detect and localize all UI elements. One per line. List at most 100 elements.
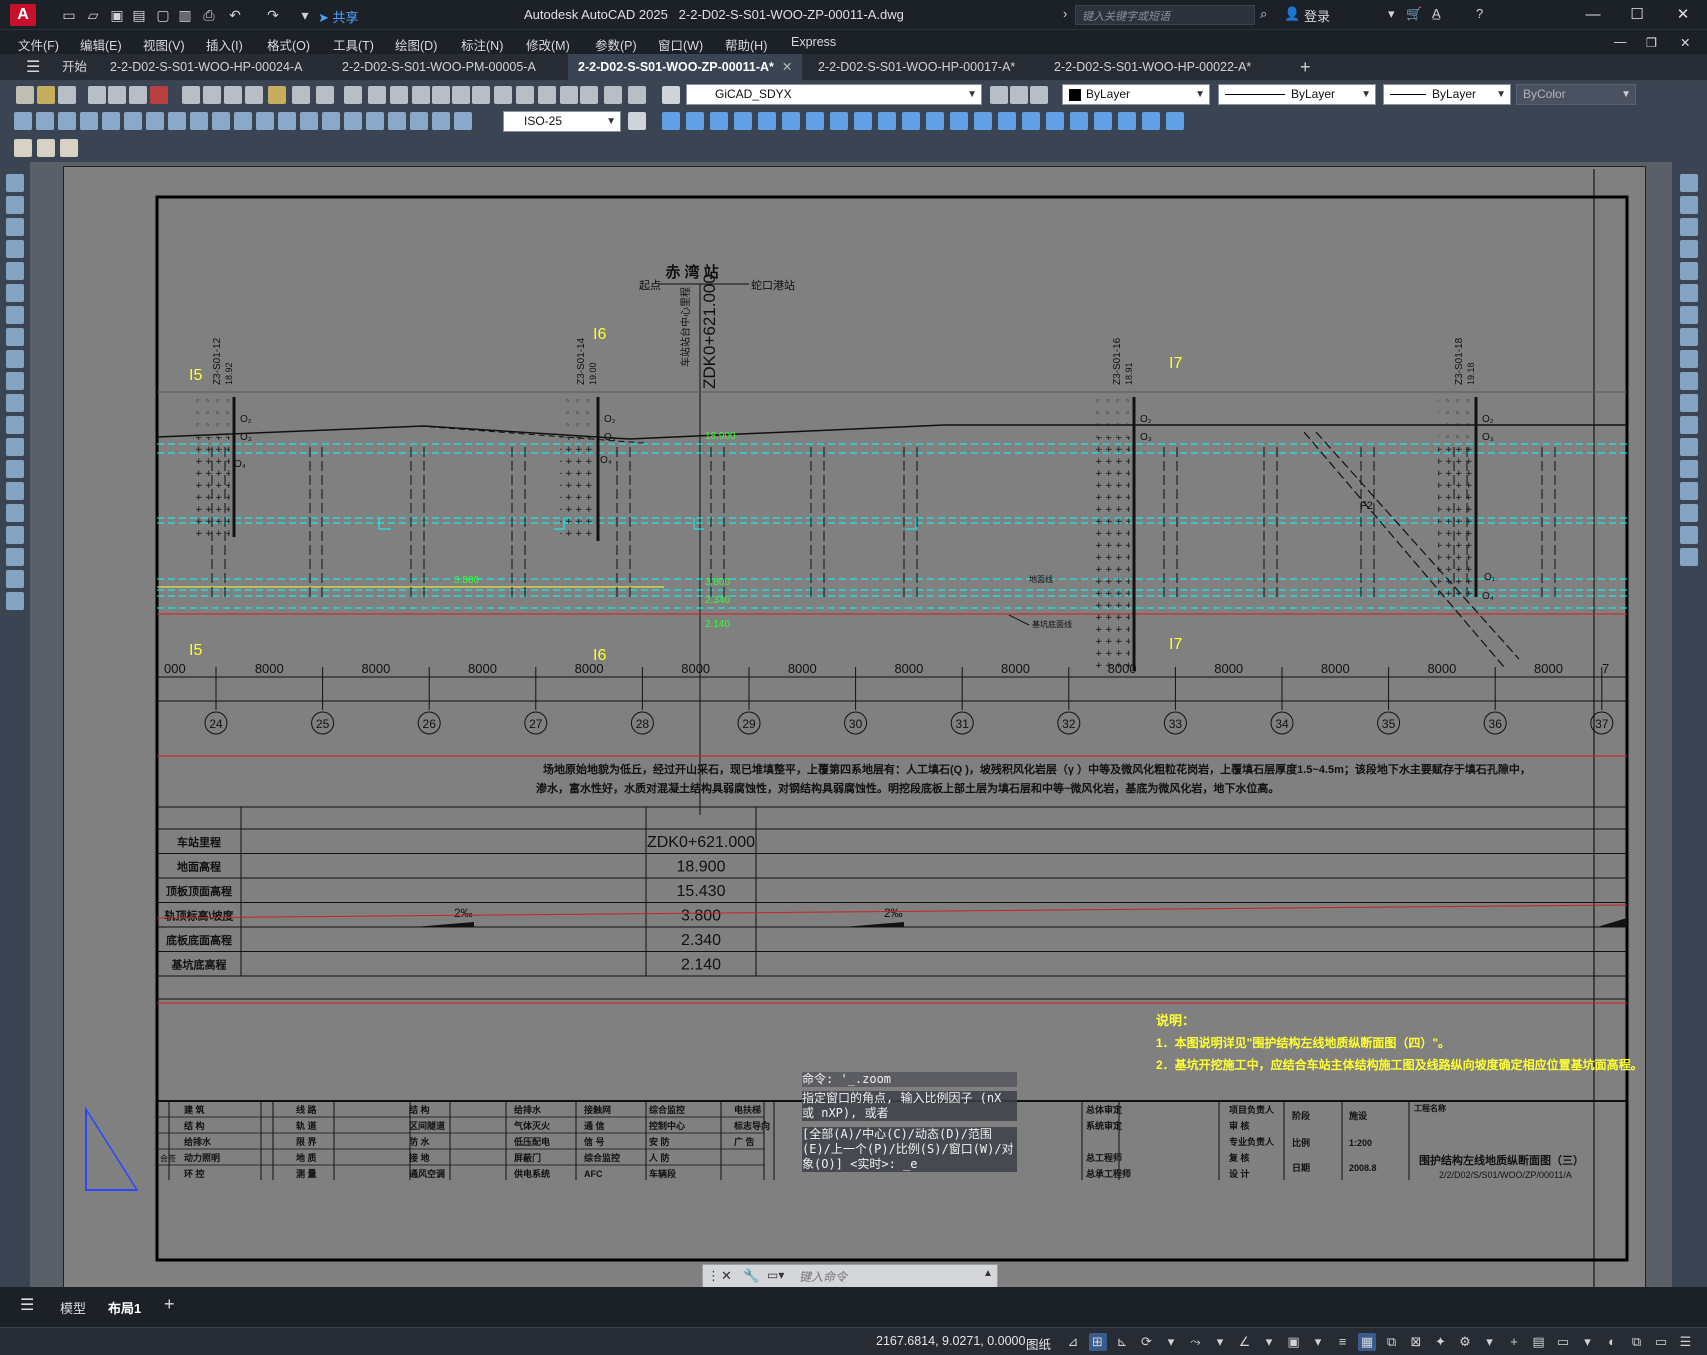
draworder-icon[interactable] xyxy=(14,139,32,157)
toolbar-standard-icon-9[interactable] xyxy=(224,86,242,104)
modify-side-icon-7[interactable] xyxy=(1680,328,1698,346)
status-toggle-icon-13[interactable]: ⧉ xyxy=(1383,1333,1401,1351)
menu-edit[interactable]: 编辑(E) xyxy=(80,35,122,54)
minimize-button[interactable]: — xyxy=(1578,4,1608,26)
modify-tool-icon-1[interactable] xyxy=(686,112,704,130)
undo-icon[interactable]: ↶ xyxy=(226,6,244,24)
app-menu-icon[interactable]: ☰ xyxy=(16,54,50,81)
dimension-tool-icon-14[interactable] xyxy=(322,112,340,130)
toolbar-standard-icon-10[interactable] xyxy=(245,86,263,104)
draw-tool-icon-8[interactable] xyxy=(6,350,24,368)
toolbar-standard-icon-14[interactable] xyxy=(344,86,362,104)
toolbar-standard-icon-7[interactable] xyxy=(182,86,200,104)
toolbar-standard-icon-2[interactable] xyxy=(58,86,76,104)
status-toggle-icon-9[interactable]: ▣ xyxy=(1285,1333,1303,1351)
layer-tool-icon-2[interactable] xyxy=(1030,86,1048,104)
plotstyle-dropdown[interactable]: ByColor ▼ xyxy=(1516,84,1636,105)
coordinates-readout[interactable]: 2167.6814, 9.0271, 0.0000 xyxy=(876,1334,1025,1348)
status-toggle-icon-20[interactable]: ▭ xyxy=(1554,1333,1572,1351)
paper-mode-toggle[interactable]: 图纸 xyxy=(1026,1334,1051,1353)
cart-icon[interactable]: 🛒 xyxy=(1406,6,1422,22)
modify-tool-icon-5[interactable] xyxy=(782,112,800,130)
modify-side-icon-0[interactable] xyxy=(1680,174,1698,192)
dimension-tool-icon-8[interactable] xyxy=(190,112,208,130)
modify-tool-icon-9[interactable] xyxy=(878,112,896,130)
modify-tool-icon-10[interactable] xyxy=(902,112,920,130)
modify-side-icon-12[interactable] xyxy=(1680,438,1698,456)
tab-zp-00011-active[interactable]: 2-2-D02-S-S01-WOO-ZP-00011-A* ✕ xyxy=(568,54,803,81)
search-icon[interactable]: ⌕ xyxy=(1260,6,1267,22)
status-toggle-icon-1[interactable]: ⊞ xyxy=(1088,1333,1107,1351)
dimension-tool-icon-15[interactable] xyxy=(344,112,362,130)
toolbar-standard-icon-3[interactable] xyxy=(88,86,106,104)
draw-tool-icon-0[interactable] xyxy=(6,174,24,192)
draw-tool-icon-1[interactable] xyxy=(6,196,24,214)
menu-format[interactable]: 格式(O) xyxy=(267,35,310,54)
status-toggle-icon-2[interactable]: ⊾ xyxy=(1113,1333,1131,1351)
dimension-tool-icon-3[interactable] xyxy=(80,112,98,130)
dimension-tool-icon-18[interactable] xyxy=(410,112,428,130)
plot-icon[interactable]: ⎙ xyxy=(200,6,218,24)
help-icon[interactable]: ? xyxy=(1476,6,1483,21)
dimension-tool-icon-9[interactable] xyxy=(212,112,230,130)
draw-tool-icon-9[interactable] xyxy=(6,372,24,390)
help-search-input[interactable]: 键入关键字或短语 xyxy=(1075,5,1255,25)
modify-tool-icon-2[interactable] xyxy=(710,112,728,130)
toolbar-standard-icon-22[interactable] xyxy=(516,86,534,104)
dropdown-icon[interactable]: ▾ xyxy=(1388,6,1395,22)
share-button[interactable]: ➤ 共享 xyxy=(318,7,359,26)
dimension-tool-icon-7[interactable] xyxy=(168,112,186,130)
menu-file[interactable]: 文件(F) xyxy=(18,35,59,54)
menu-tools[interactable]: 工具(T) xyxy=(333,35,374,54)
autodesk-a360-icon[interactable]: A̲ xyxy=(1432,6,1441,21)
modify-side-icon-10[interactable] xyxy=(1680,394,1698,412)
search-expand-icon[interactable]: › xyxy=(1063,6,1067,21)
modify-side-icon-13[interactable] xyxy=(1680,460,1698,478)
draw-tool-icon-6[interactable] xyxy=(6,306,24,324)
status-toggle-icon-14[interactable]: ⊠ xyxy=(1407,1333,1425,1351)
grip-icon[interactable]: ⋮ xyxy=(707,1268,720,1284)
modify-side-icon-11[interactable] xyxy=(1680,416,1698,434)
toolbar-standard-icon-18[interactable] xyxy=(432,86,450,104)
dimension-tool-icon-0[interactable] xyxy=(14,112,32,130)
layout-menu-icon[interactable]: ☰ xyxy=(20,1295,34,1315)
toolbar-standard-icon-12[interactable] xyxy=(292,86,310,104)
tab-hp-00017[interactable]: 2-2-D02-S-S01-WOO-HP-00017-A* xyxy=(808,54,1025,81)
tab-model[interactable]: 模型 xyxy=(60,1298,86,1317)
web-mobile-save-icon[interactable]: ▥ xyxy=(176,6,194,24)
modify-side-icon-16[interactable] xyxy=(1680,526,1698,544)
status-toggle-icon-24[interactable]: ▭ xyxy=(1652,1333,1670,1351)
command-input[interactable] xyxy=(799,1268,979,1286)
new-icon[interactable]: ▭ xyxy=(60,6,78,24)
menu-view[interactable]: 视图(V) xyxy=(143,35,185,54)
menu-dimension[interactable]: 标注(N) xyxy=(461,35,503,54)
doc-restore-button[interactable]: ❐ xyxy=(1646,35,1657,50)
status-toggle-icon-15[interactable]: ✦ xyxy=(1432,1333,1450,1351)
modify-tool-icon-11[interactable] xyxy=(926,112,944,130)
menu-window[interactable]: 窗口(W) xyxy=(658,35,703,54)
add-layout-button[interactable]: + xyxy=(164,1294,175,1315)
toolbar-standard-icon-20[interactable] xyxy=(472,86,490,104)
modify-tool-icon-0[interactable] xyxy=(662,112,680,130)
tab-layout1[interactable]: 布局1 xyxy=(108,1298,141,1317)
draw-tool-icon-5[interactable] xyxy=(6,284,24,302)
dimension-tool-icon-17[interactable] xyxy=(388,112,406,130)
modify-side-icon-17[interactable] xyxy=(1680,548,1698,566)
modify-side-icon-9[interactable] xyxy=(1680,372,1698,390)
toolbar-standard-icon-1[interactable] xyxy=(37,86,55,104)
cmd-close-icon[interactable]: ✕ xyxy=(721,1268,732,1284)
modify-tool-icon-7[interactable] xyxy=(830,112,848,130)
modify-side-icon-4[interactable] xyxy=(1680,262,1698,280)
linetype-dropdown[interactable]: ByLayer ▼ xyxy=(1218,84,1376,105)
draw-tool-icon-19[interactable] xyxy=(6,592,24,610)
modify-tool-icon-12[interactable] xyxy=(950,112,968,130)
status-toggle-icon-4[interactable]: ▾ xyxy=(1162,1333,1180,1351)
toolbar-standard-icon-13[interactable] xyxy=(316,86,334,104)
layer-tool-icon-0[interactable] xyxy=(990,86,1008,104)
dimstyle-icon[interactable] xyxy=(628,112,646,130)
dimension-tool-icon-6[interactable] xyxy=(146,112,164,130)
status-toggle-icon-10[interactable]: ▾ xyxy=(1309,1333,1327,1351)
modify-tool-icon-21[interactable] xyxy=(1166,112,1184,130)
menu-insert[interactable]: 插入(I) xyxy=(206,35,243,54)
login-button[interactable]: 登录 xyxy=(1304,6,1330,25)
